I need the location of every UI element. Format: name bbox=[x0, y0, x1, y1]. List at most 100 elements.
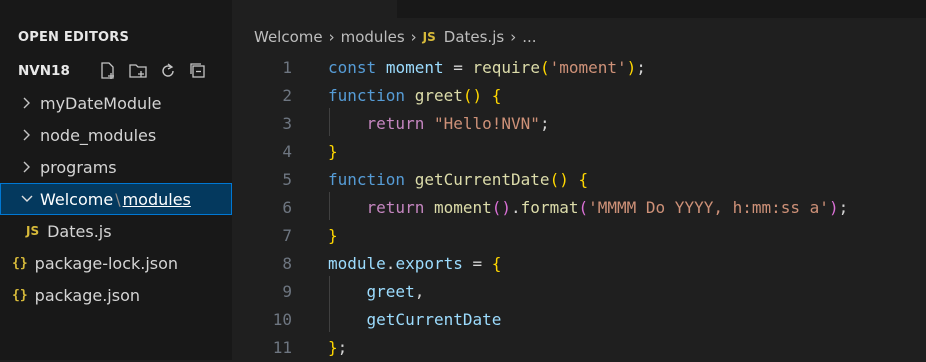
code-token: , bbox=[414, 282, 425, 301]
code-token: { bbox=[491, 86, 502, 105]
code-editor[interactable]: Welcome › modules › JS Dates.js › ... 1 c… bbox=[232, 0, 926, 360]
code-line[interactable]: 1 const moment = require('moment'); bbox=[232, 54, 926, 82]
chevron-right-icon: › bbox=[328, 28, 335, 46]
tree-item-label-parent: Welcome bbox=[40, 189, 114, 209]
code-token: . bbox=[511, 198, 521, 217]
tree-item-package-lock-json[interactable]: {} package-lock.json bbox=[0, 247, 232, 279]
line-number: 9 bbox=[282, 282, 292, 301]
code-line[interactable]: 6 return moment().format('MMMM Do YYYY, … bbox=[232, 194, 926, 222]
chevron-right-icon: › bbox=[410, 28, 417, 46]
path-separator: \ bbox=[115, 189, 121, 209]
code-token: require bbox=[472, 58, 540, 77]
code-token: module bbox=[328, 254, 386, 273]
code-token: ; bbox=[636, 58, 646, 77]
folder-header[interactable]: NVN18 bbox=[0, 56, 232, 86]
tree-item-programs[interactable]: programs bbox=[0, 151, 232, 183]
refresh-icon[interactable] bbox=[158, 61, 178, 81]
tab-active[interactable] bbox=[232, 0, 397, 18]
code-line[interactable]: 8 module.exports = { bbox=[232, 250, 926, 278]
js-file-icon: JS bbox=[26, 224, 40, 238]
code-text[interactable]: function greet() { bbox=[328, 82, 501, 110]
line-number: 10 bbox=[272, 310, 292, 329]
chevron-right-icon bbox=[18, 96, 36, 110]
code-text[interactable]: function getCurrentDate() { bbox=[328, 166, 588, 194]
tree-item-label-child[interactable]: modules bbox=[123, 190, 191, 209]
tree-item-label: node_modules bbox=[40, 125, 157, 145]
code-token: moment bbox=[385, 58, 444, 77]
breadcrumb-item[interactable]: ... bbox=[522, 28, 536, 46]
code-line[interactable]: 5 function getCurrentDate() { bbox=[232, 166, 926, 194]
js-file-icon: JS bbox=[422, 30, 436, 44]
code-token: ) bbox=[828, 198, 839, 217]
code-text[interactable]: const moment = require('moment'); bbox=[328, 54, 646, 82]
new-file-icon[interactable] bbox=[98, 61, 118, 81]
code-line[interactable]: 11}; bbox=[232, 334, 926, 362]
tree-item-mydatemodule[interactable]: myDateModule bbox=[0, 87, 232, 119]
code-token: "Hello!NVN" bbox=[433, 114, 540, 133]
chevron-down-icon bbox=[18, 194, 36, 204]
tree-item-label: myDateModule bbox=[40, 93, 162, 113]
code-text[interactable]: } bbox=[328, 138, 338, 166]
code-token: exports bbox=[395, 254, 463, 273]
code-text[interactable]: module.exports = { bbox=[328, 250, 501, 278]
open-editors-header[interactable]: OPEN EDITORS bbox=[0, 24, 232, 52]
code-text[interactable]: getCurrentDate bbox=[328, 306, 502, 334]
line-number: 5 bbox=[282, 170, 292, 189]
code-text[interactable]: return "Hello!NVN"; bbox=[328, 110, 550, 138]
json-file-icon: {} bbox=[12, 255, 28, 271]
code-token: ; bbox=[838, 198, 849, 217]
code-line[interactable]: 10 getCurrentDate bbox=[232, 306, 926, 334]
breadcrumb: Welcome › modules › JS Dates.js › ... bbox=[254, 26, 537, 48]
code-token: ( bbox=[578, 198, 589, 217]
code-token: greet bbox=[414, 86, 463, 105]
code-token: function bbox=[328, 86, 406, 105]
code-token: = bbox=[443, 58, 473, 77]
code-line[interactable]: 9 greet, bbox=[232, 278, 926, 306]
code-token: { bbox=[491, 254, 502, 273]
code-line[interactable]: 7} bbox=[232, 222, 926, 250]
code-token: function bbox=[328, 170, 406, 189]
code-token: ; bbox=[539, 114, 550, 133]
tree-item-label: Dates.js bbox=[47, 221, 112, 241]
tree-item-node-modules[interactable]: node_modules bbox=[0, 119, 232, 151]
collapse-all-icon[interactable] bbox=[188, 61, 208, 81]
code-token: . bbox=[385, 254, 396, 273]
code-token: const bbox=[328, 58, 377, 77]
tree-item-label: package-lock.json bbox=[34, 253, 179, 273]
code-token: moment bbox=[433, 198, 492, 217]
code-token: ( bbox=[539, 58, 550, 77]
code-token: () bbox=[462, 86, 483, 105]
tree-item-label: package.json bbox=[34, 285, 140, 305]
code-token: } bbox=[328, 226, 338, 245]
breadcrumb-item[interactable]: Dates.js bbox=[444, 28, 504, 46]
code-token: } bbox=[328, 142, 338, 161]
tree-item-welcome-modules[interactable]: Welcome \ modules bbox=[0, 183, 232, 215]
code-token: ) bbox=[626, 58, 637, 77]
json-file-icon: {} bbox=[12, 287, 28, 303]
chevron-right-icon bbox=[18, 160, 36, 174]
chevron-right-icon: › bbox=[510, 28, 517, 46]
code-text[interactable]: greet, bbox=[328, 278, 425, 306]
breadcrumb-item[interactable]: Welcome bbox=[254, 28, 323, 46]
code-line[interactable]: 3 return "Hello!NVN"; bbox=[232, 110, 926, 138]
code-token: = bbox=[462, 254, 492, 273]
code-text[interactable]: } bbox=[328, 222, 338, 250]
breadcrumb-item[interactable]: modules bbox=[341, 28, 405, 46]
tree-item-package-json[interactable]: {} package.json bbox=[0, 279, 232, 311]
code-line[interactable]: 4} bbox=[232, 138, 926, 166]
tab-strip bbox=[232, 0, 926, 18]
code-text[interactable]: }; bbox=[328, 334, 347, 362]
code-text[interactable]: return moment().format('MMMM Do YYYY, h:… bbox=[328, 194, 849, 222]
tree-item-dates-js[interactable]: JS Dates.js bbox=[0, 215, 232, 247]
line-number: 2 bbox=[282, 86, 292, 105]
code-line[interactable]: 2 function greet() { bbox=[232, 82, 926, 110]
new-folder-icon[interactable] bbox=[128, 61, 148, 81]
